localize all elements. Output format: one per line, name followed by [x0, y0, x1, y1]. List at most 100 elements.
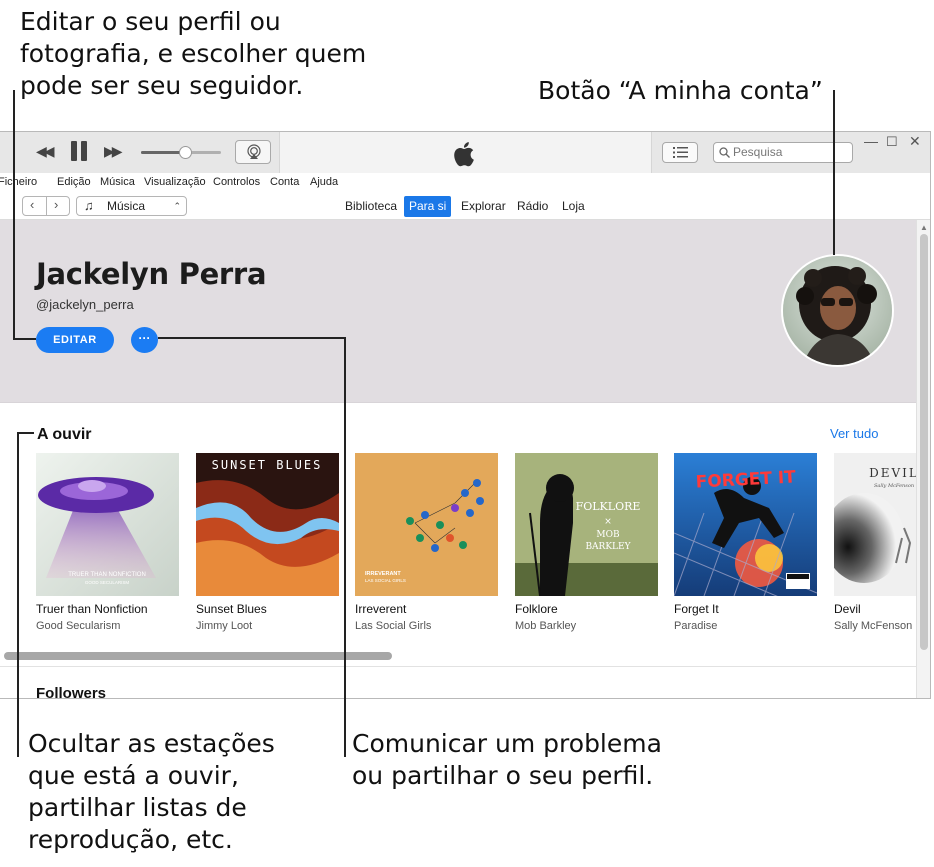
- rewind-button[interactable]: ◀◀: [36, 143, 54, 160]
- leader-line: [344, 337, 346, 757]
- cover-text: MOB: [596, 530, 620, 540]
- album-item[interactable]: DEVIL Sally McFenson Devil Sally McFenso…: [834, 453, 916, 632]
- up-next-list-button[interactable]: [662, 142, 698, 163]
- callout-report-share: Comunicar um problema ou partilhar o seu…: [352, 729, 662, 790]
- close-button[interactable]: ✕: [909, 133, 921, 150]
- album-cover[interactable]: FOLKLORE × MOB BARKLEY: [515, 453, 658, 596]
- menu-bar: Ficheiro Edição Música Visualização Cont…: [0, 173, 930, 193]
- apple-logo-icon: [454, 142, 474, 167]
- itunes-window: ◀◀ ▶▶ Pesquisa — ☐ ✕ Ficheiro Edição Mús…: [0, 131, 931, 699]
- vertical-scrollbar[interactable]: ▲: [916, 220, 930, 698]
- album-artist[interactable]: Jimmy Loot: [196, 620, 339, 632]
- album-item[interactable]: IRREVERANT LAS SOCIAL GIRLS Irreverent L…: [355, 453, 498, 632]
- album-title[interactable]: Folklore: [515, 602, 658, 616]
- album-artist[interactable]: Paradise: [674, 620, 817, 632]
- cover-text: TRUER THAN NONFICTION: [68, 572, 146, 578]
- search-icon: [719, 147, 730, 158]
- media-source-select[interactable]: ♫ Música ⌃: [76, 196, 187, 216]
- search-input[interactable]: Pesquisa: [713, 142, 853, 163]
- profile-name: Jackelyn Perra: [36, 257, 267, 291]
- album-artist[interactable]: Las Social Girls: [355, 620, 498, 632]
- menu-file[interactable]: Ficheiro: [0, 176, 37, 188]
- leader-line: [833, 90, 835, 255]
- album-item[interactable]: TRUER THAN NONFICTION GOOD SECULARISM Tr…: [36, 453, 179, 632]
- title-bar: ◀◀ ▶▶ Pesquisa — ☐ ✕: [0, 132, 930, 173]
- leader-line: [13, 338, 36, 340]
- maximize-button[interactable]: ☐: [886, 134, 898, 150]
- pause-button[interactable]: [70, 141, 88, 161]
- history-arrows: ‹ ›: [22, 196, 70, 216]
- navigation-bar: ‹ › ♫ Música ⌃ Biblioteca Para si Explor…: [0, 193, 930, 220]
- album-art: TRUER THAN NONFICTION GOOD SECULARISM: [36, 453, 179, 596]
- cover-text: DEVIL: [869, 466, 916, 480]
- album-title[interactable]: Devil: [834, 602, 916, 616]
- media-source-label: Música: [107, 199, 146, 213]
- album-artist[interactable]: Sally McFenson: [834, 620, 916, 632]
- album-item[interactable]: SUNSET BLUES Sunset Blues Jimmy Loot: [196, 453, 339, 632]
- leader-line: [13, 90, 15, 339]
- list-icon: [673, 147, 688, 158]
- album-title[interactable]: Sunset Blues: [196, 602, 339, 616]
- album-art: FORGET IT: [674, 453, 817, 596]
- cover-text: SUNSET BLUES: [212, 458, 323, 472]
- my-account-avatar-button[interactable]: [781, 254, 894, 367]
- album-art: FOLKLORE × MOB BARKLEY: [515, 453, 658, 596]
- profile-handle: @jackelyn_perra: [36, 297, 134, 312]
- vertical-scroll-thumb[interactable]: [920, 234, 928, 650]
- listening-section-title: A ouvir: [37, 426, 92, 443]
- edit-profile-button[interactable]: EDITAR: [36, 327, 114, 353]
- album-item[interactable]: FORGET IT Forget It Paradise: [674, 453, 817, 632]
- more-options-button[interactable]: ···: [131, 327, 158, 353]
- album-title[interactable]: Irreverent: [355, 602, 498, 616]
- album-title[interactable]: Truer than Nonfiction: [36, 602, 179, 616]
- tab-library[interactable]: Biblioteca: [340, 196, 402, 217]
- search-placeholder: Pesquisa: [733, 145, 783, 159]
- album-title[interactable]: Forget It: [674, 602, 817, 616]
- followers-section-title: Followers: [36, 685, 107, 699]
- horizontal-scroll-thumb[interactable]: [4, 652, 392, 660]
- fast-forward-button[interactable]: ▶▶: [104, 143, 122, 160]
- album-cover[interactable]: SUNSET BLUES: [196, 453, 339, 596]
- menu-view[interactable]: Visualização: [144, 176, 206, 188]
- avatar-photo: [783, 256, 892, 365]
- album-art: IRREVERANT LAS SOCIAL GIRLS: [355, 453, 498, 596]
- section-divider: [0, 666, 916, 667]
- cover-text: Sally McFenson: [874, 483, 914, 489]
- album-item[interactable]: FOLKLORE × MOB BARKLEY Folklore Mob Bark…: [515, 453, 658, 632]
- tab-store[interactable]: Loja: [557, 196, 590, 217]
- see-all-link[interactable]: Ver tudo: [830, 426, 878, 441]
- leader-line: [17, 432, 19, 757]
- scroll-up-arrow-icon[interactable]: ▲: [920, 223, 928, 232]
- playback-controls: ◀◀ ▶▶: [0, 132, 280, 173]
- volume-knob[interactable]: [179, 146, 192, 159]
- airplay-button[interactable]: [235, 140, 271, 164]
- album-cover[interactable]: DEVIL Sally McFenson: [834, 453, 916, 596]
- tab-radio[interactable]: Rádio: [512, 196, 553, 217]
- airplay-icon: [247, 144, 261, 159]
- album-artist[interactable]: Mob Barkley: [515, 620, 658, 632]
- cover-text: ×: [604, 517, 612, 527]
- minimize-button[interactable]: —: [864, 133, 878, 149]
- cover-text: FOLKLORE: [576, 500, 641, 513]
- cover-text: LAS SOCIAL GIRLS: [365, 578, 406, 583]
- menu-edit[interactable]: Edição: [57, 176, 91, 188]
- back-arrow-icon[interactable]: ‹: [30, 197, 34, 212]
- menu-account[interactable]: Conta: [270, 176, 299, 188]
- tab-browse[interactable]: Explorar: [456, 196, 511, 217]
- album-cover[interactable]: TRUER THAN NONFICTION GOOD SECULARISM: [36, 453, 179, 596]
- menu-controls[interactable]: Controlos: [213, 176, 260, 188]
- leader-line: [158, 337, 346, 339]
- music-note-icon: ♫: [84, 198, 94, 213]
- album-cover[interactable]: IRREVERANT LAS SOCIAL GIRLS: [355, 453, 498, 596]
- callout-hide-stations: Ocultar as estações que está a ouvir, pa…: [28, 729, 275, 854]
- album-artist[interactable]: Good Secularism: [36, 620, 179, 632]
- album-art: SUNSET BLUES: [196, 453, 339, 596]
- tab-for-you[interactable]: Para si: [404, 196, 452, 217]
- menu-help[interactable]: Ajuda: [310, 176, 338, 188]
- album-cover[interactable]: FORGET IT: [674, 453, 817, 596]
- cover-text: GOOD SECULARISM: [85, 580, 130, 585]
- cover-text: BARKLEY: [585, 542, 631, 552]
- album-art: DEVIL Sally McFenson: [834, 453, 916, 596]
- menu-music[interactable]: Música: [100, 176, 135, 188]
- forward-arrow-icon[interactable]: ›: [54, 197, 58, 212]
